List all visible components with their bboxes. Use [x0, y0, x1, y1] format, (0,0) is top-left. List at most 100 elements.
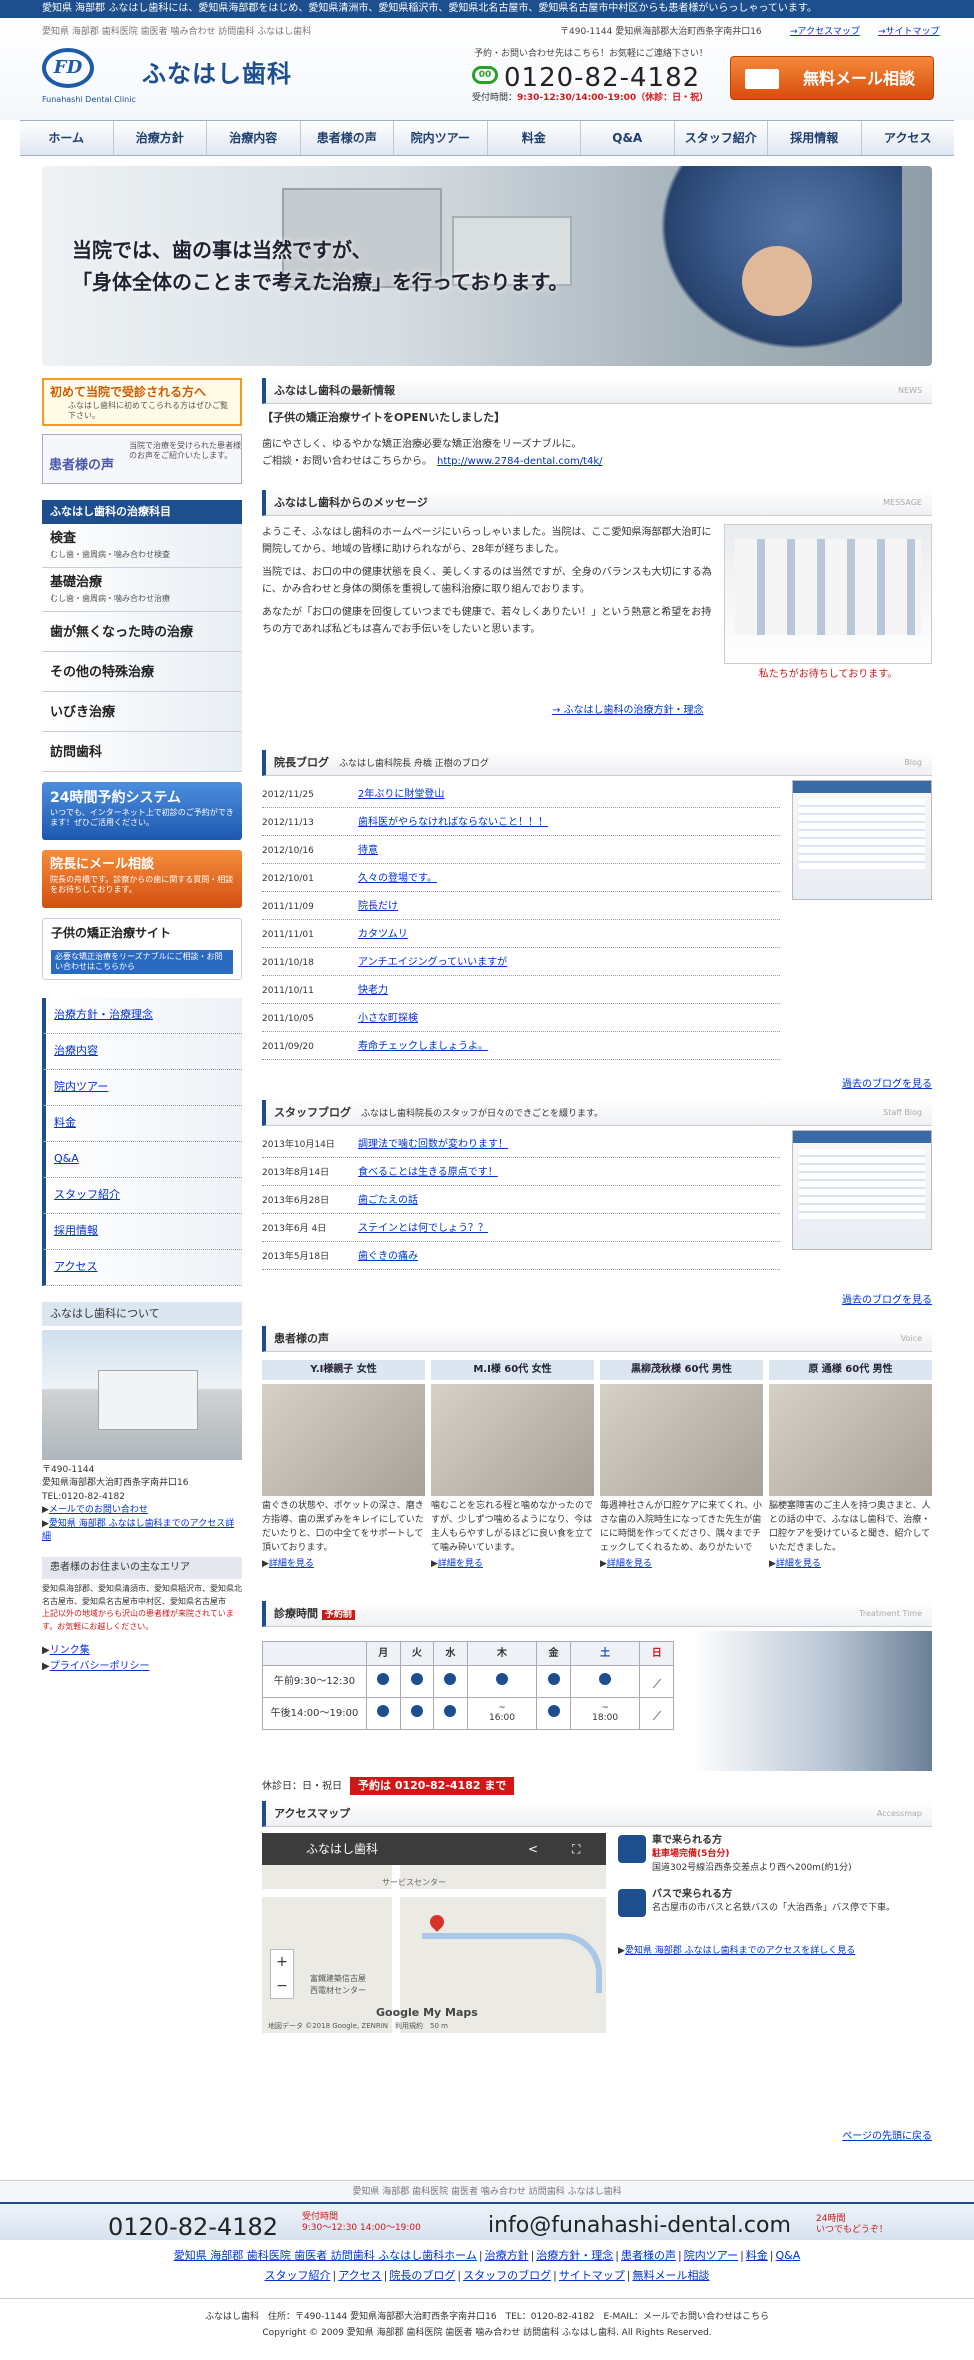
voice-detail-link[interactable]: 詳細を見る [438, 1559, 483, 1569]
voice-detail-link[interactable]: 詳細を見る [776, 1559, 821, 1569]
blog-title-link[interactable]: 院長だけ [358, 901, 398, 912]
about-access-link[interactable]: 愛知県 海部郡 ふなはし歯科までのアクセス詳細 [42, 1519, 234, 1543]
staff-blog-title-link[interactable]: ステインとは何でしょう？？ [358, 1223, 488, 1234]
news-url-link[interactable]: http://www.2784-dental.com/t4k/ [437, 456, 603, 467]
side-link-access-text[interactable]: アクセス [54, 1260, 97, 1273]
nav-voice[interactable]: 患者様の声 [299, 121, 394, 155]
blog-title-link[interactable]: 久々の登場です。 [358, 873, 437, 884]
side-link-recruit[interactable]: 採用情報 [42, 1213, 242, 1250]
footer-link[interactable]: Q&A [776, 2249, 801, 2262]
side-link-access[interactable]: アクセス [42, 1249, 242, 1286]
kids-orthodontics-banner[interactable]: 子供の矯正治療サイト 必要な矯正治療をリーズナブルにご相談・お問い合わせはこちら… [42, 917, 242, 980]
nav-qa[interactable]: Q&A [580, 121, 674, 155]
share-icon[interactable]: < [528, 1833, 538, 1865]
fullscreen-icon[interactable]: ⛶ [572, 1833, 580, 1865]
page-top-link[interactable]: ページの先頭に戻る [842, 2130, 932, 2145]
footer-link[interactable]: 院長のブログ [389, 2269, 455, 2282]
footer-link[interactable]: 患者様の声 [621, 2249, 676, 2262]
footer-email[interactable]: info@funahashi-dental.com [488, 2210, 791, 2242]
side-link-staff[interactable]: スタッフ紹介 [42, 1177, 242, 1214]
staff-blog-title-link[interactable]: 歯ごたえの話 [358, 1195, 418, 1206]
blog-title-link[interactable]: アンチエイジングっていいますが [358, 957, 507, 968]
nav-policy[interactable]: 治療方針 [112, 121, 207, 155]
footer-link[interactable]: サイトマップ [559, 2269, 625, 2282]
blog-title-link[interactable]: 寿命チェックしましょうよ。 [358, 1041, 488, 1052]
nav-recruit[interactable]: 採用情報 [767, 121, 861, 155]
staff-blog-title-link[interactable]: 調理法で噛む回数が変わります！ [358, 1139, 508, 1150]
footer-link[interactable]: 料金 [746, 2249, 768, 2262]
side-link-tour-text[interactable]: 院内ツアー [54, 1080, 108, 1093]
side-link-policy-text[interactable]: 治療方針・治療理念 [54, 1008, 153, 1021]
header-phone[interactable]: 00 0120-82-4182 [472, 60, 732, 93]
past-blog-link[interactable]: 過去のブログを見る [842, 1078, 932, 1093]
blog-title-link[interactable]: 快老力 [358, 985, 388, 996]
nav-price[interactable]: 料金 [486, 121, 581, 155]
cat-visiting[interactable]: 訪問歯科 [42, 731, 242, 772]
nav-home[interactable]: ホーム [20, 121, 113, 155]
side-link-tour[interactable]: 院内ツアー [42, 1069, 242, 1106]
voice-detail-link[interactable]: 詳細を見る [269, 1559, 314, 1569]
reservation-system-banner[interactable]: 24時間予約システム いつでも、インターネット上で初診のご予約ができます！ぜひご… [42, 781, 242, 840]
footer-link[interactable]: スタッフのブログ [463, 2269, 551, 2282]
main-content: ふなはし歯科の最新情報 NEWS 【子供の矯正治療サイトをOPENいたしました】 … [262, 378, 932, 2142]
staff-blog-title-link[interactable]: 食べることは生きる原点です！ [358, 1167, 498, 1178]
header-access-link[interactable]: →アクセスマップ [790, 26, 860, 39]
voice-detail-link[interactable]: 詳細を見る [607, 1559, 652, 1569]
nav-treatment[interactable]: 治療内容 [206, 121, 300, 155]
global-nav: ホーム 治療方針 治療内容 患者様の声 院内ツアー 料金 Q&A スタッフ紹介 … [20, 120, 954, 156]
first-visit-banner[interactable]: 初めて当院で受診される方へ ふなはし歯科に初めてこられる方はぜひご覧下さい。 [42, 378, 242, 426]
blog-title-link[interactable]: 小さな町探検 [358, 1013, 418, 1024]
blog-title-link[interactable]: カタツムリ [358, 929, 408, 940]
staff-blog-date: 2013年8月14日 [262, 1167, 330, 1178]
side-link-price[interactable]: 料金 [42, 1105, 242, 1142]
footer-link[interactable]: 愛知県 海部郡 歯科医院 歯医者 訪問歯科 ふなはし歯科ホーム [174, 2249, 477, 2262]
side-link-treatment[interactable]: 治療内容 [42, 1033, 242, 1070]
footer-link[interactable]: 院内ツアー [684, 2249, 738, 2262]
reservation-tel[interactable]: 予約は 0120-82-4182 まで [350, 1777, 515, 1796]
privacy-policy-link[interactable]: プライバシーポリシー [50, 1661, 150, 1672]
map-pin-icon[interactable] [427, 1912, 447, 1933]
open-dot-icon [377, 1705, 390, 1718]
google-map[interactable]: ふなはし歯科 < ⛶ サービスセンター 富鐵建築信古屋 西電材センター + − Goo… [262, 1833, 606, 2034]
nav-access[interactable]: アクセス [860, 121, 955, 155]
cat-basic[interactable]: 基礎治療 むし歯・歯周病・噛み合わせ治療 [42, 567, 242, 612]
blog-title-link[interactable]: 2年ぶりに財堂登山 [358, 789, 444, 800]
cat-special[interactable]: その他の特殊治療 [42, 651, 242, 692]
map-zoom-control[interactable]: + − [270, 1949, 294, 2000]
director-blog-list: 2012/11/25 2年ぶりに財堂登山 2012/11/13 歯科医がやらなければ… [262, 780, 780, 1060]
side-link-qa-text[interactable]: Q&A [54, 1152, 79, 1165]
footer-phone[interactable]: 0120-82-4182 [108, 2210, 278, 2245]
side-link-staff-text[interactable]: スタッフ紹介 [54, 1188, 120, 1201]
side-link-recruit-text[interactable]: 採用情報 [54, 1224, 98, 1237]
footer-link[interactable]: スタッフ紹介 [264, 2269, 330, 2282]
policy-philosophy-link[interactable]: → ふなはし歯科の治療方針・理念 [552, 704, 704, 719]
patient-voice-banner[interactable]: 患者様の声 当院で治療を受けられた患者様のお声をご紹介いたします。 [42, 434, 242, 484]
nav-staff[interactable]: スタッフ紹介 [673, 121, 768, 155]
access-detail-link[interactable]: 愛知県 海部郡 ふなはし歯科までのアクセスを詳しく見る [625, 1946, 855, 1956]
side-link-treatment-text[interactable]: 治療内容 [54, 1044, 98, 1057]
links-page-link[interactable]: リンク集 [50, 1645, 90, 1656]
side-link-price-text[interactable]: 料金 [54, 1116, 76, 1129]
footer-link[interactable]: 治療方針 [485, 2249, 529, 2262]
side-link-policy[interactable]: 治療方針・治療理念 [42, 997, 242, 1034]
about-mail-link[interactable]: メールでのお問い合わせ [49, 1505, 148, 1515]
director-mail-sub: 院長の舟橋です。診察からの歯に関する質問・相談をお待ちしております。 [50, 874, 234, 894]
past-staff-blog-link[interactable]: 過去のブログを見る [842, 1294, 932, 1309]
nav-tour[interactable]: 院内ツアー [393, 121, 487, 155]
cat-missing-teeth[interactable]: 歯が無くなった時の治療 [42, 611, 242, 652]
free-mail-consult-button[interactable]: 無料メール相談 [730, 56, 934, 100]
cat-snoring[interactable]: いびき治療 [42, 691, 242, 732]
logo[interactable]: FD ふなはし歯科 Funahashi Dental Clinic [42, 48, 332, 110]
blog-title-link[interactable]: 待意 [358, 845, 378, 856]
blog-title-link[interactable]: 歯科医がやらなければならないこと！！！ [358, 817, 548, 828]
side-link-qa[interactable]: Q&A [42, 1141, 242, 1178]
header-sitemap-link[interactable]: →サイトマップ [878, 26, 940, 39]
director-mail-banner[interactable]: 院長にメール相談 院長の舟橋です。診察からの歯に関する質問・相談をお待ちしており… [42, 849, 242, 908]
footer-link[interactable]: 治療方針・理念 [536, 2249, 613, 2262]
footer-link[interactable]: アクセス [338, 2269, 381, 2282]
footer-link[interactable]: 無料メール相談 [633, 2269, 710, 2282]
blog-thumbnail[interactable] [792, 779, 932, 900]
cat-exam[interactable]: 検査 むし歯・歯周病・噛み合わせ検査 [42, 523, 242, 568]
staff-blog-thumbnail[interactable] [792, 1129, 932, 1250]
staff-blog-title-link[interactable]: 歯ぐきの痛み [358, 1251, 418, 1262]
